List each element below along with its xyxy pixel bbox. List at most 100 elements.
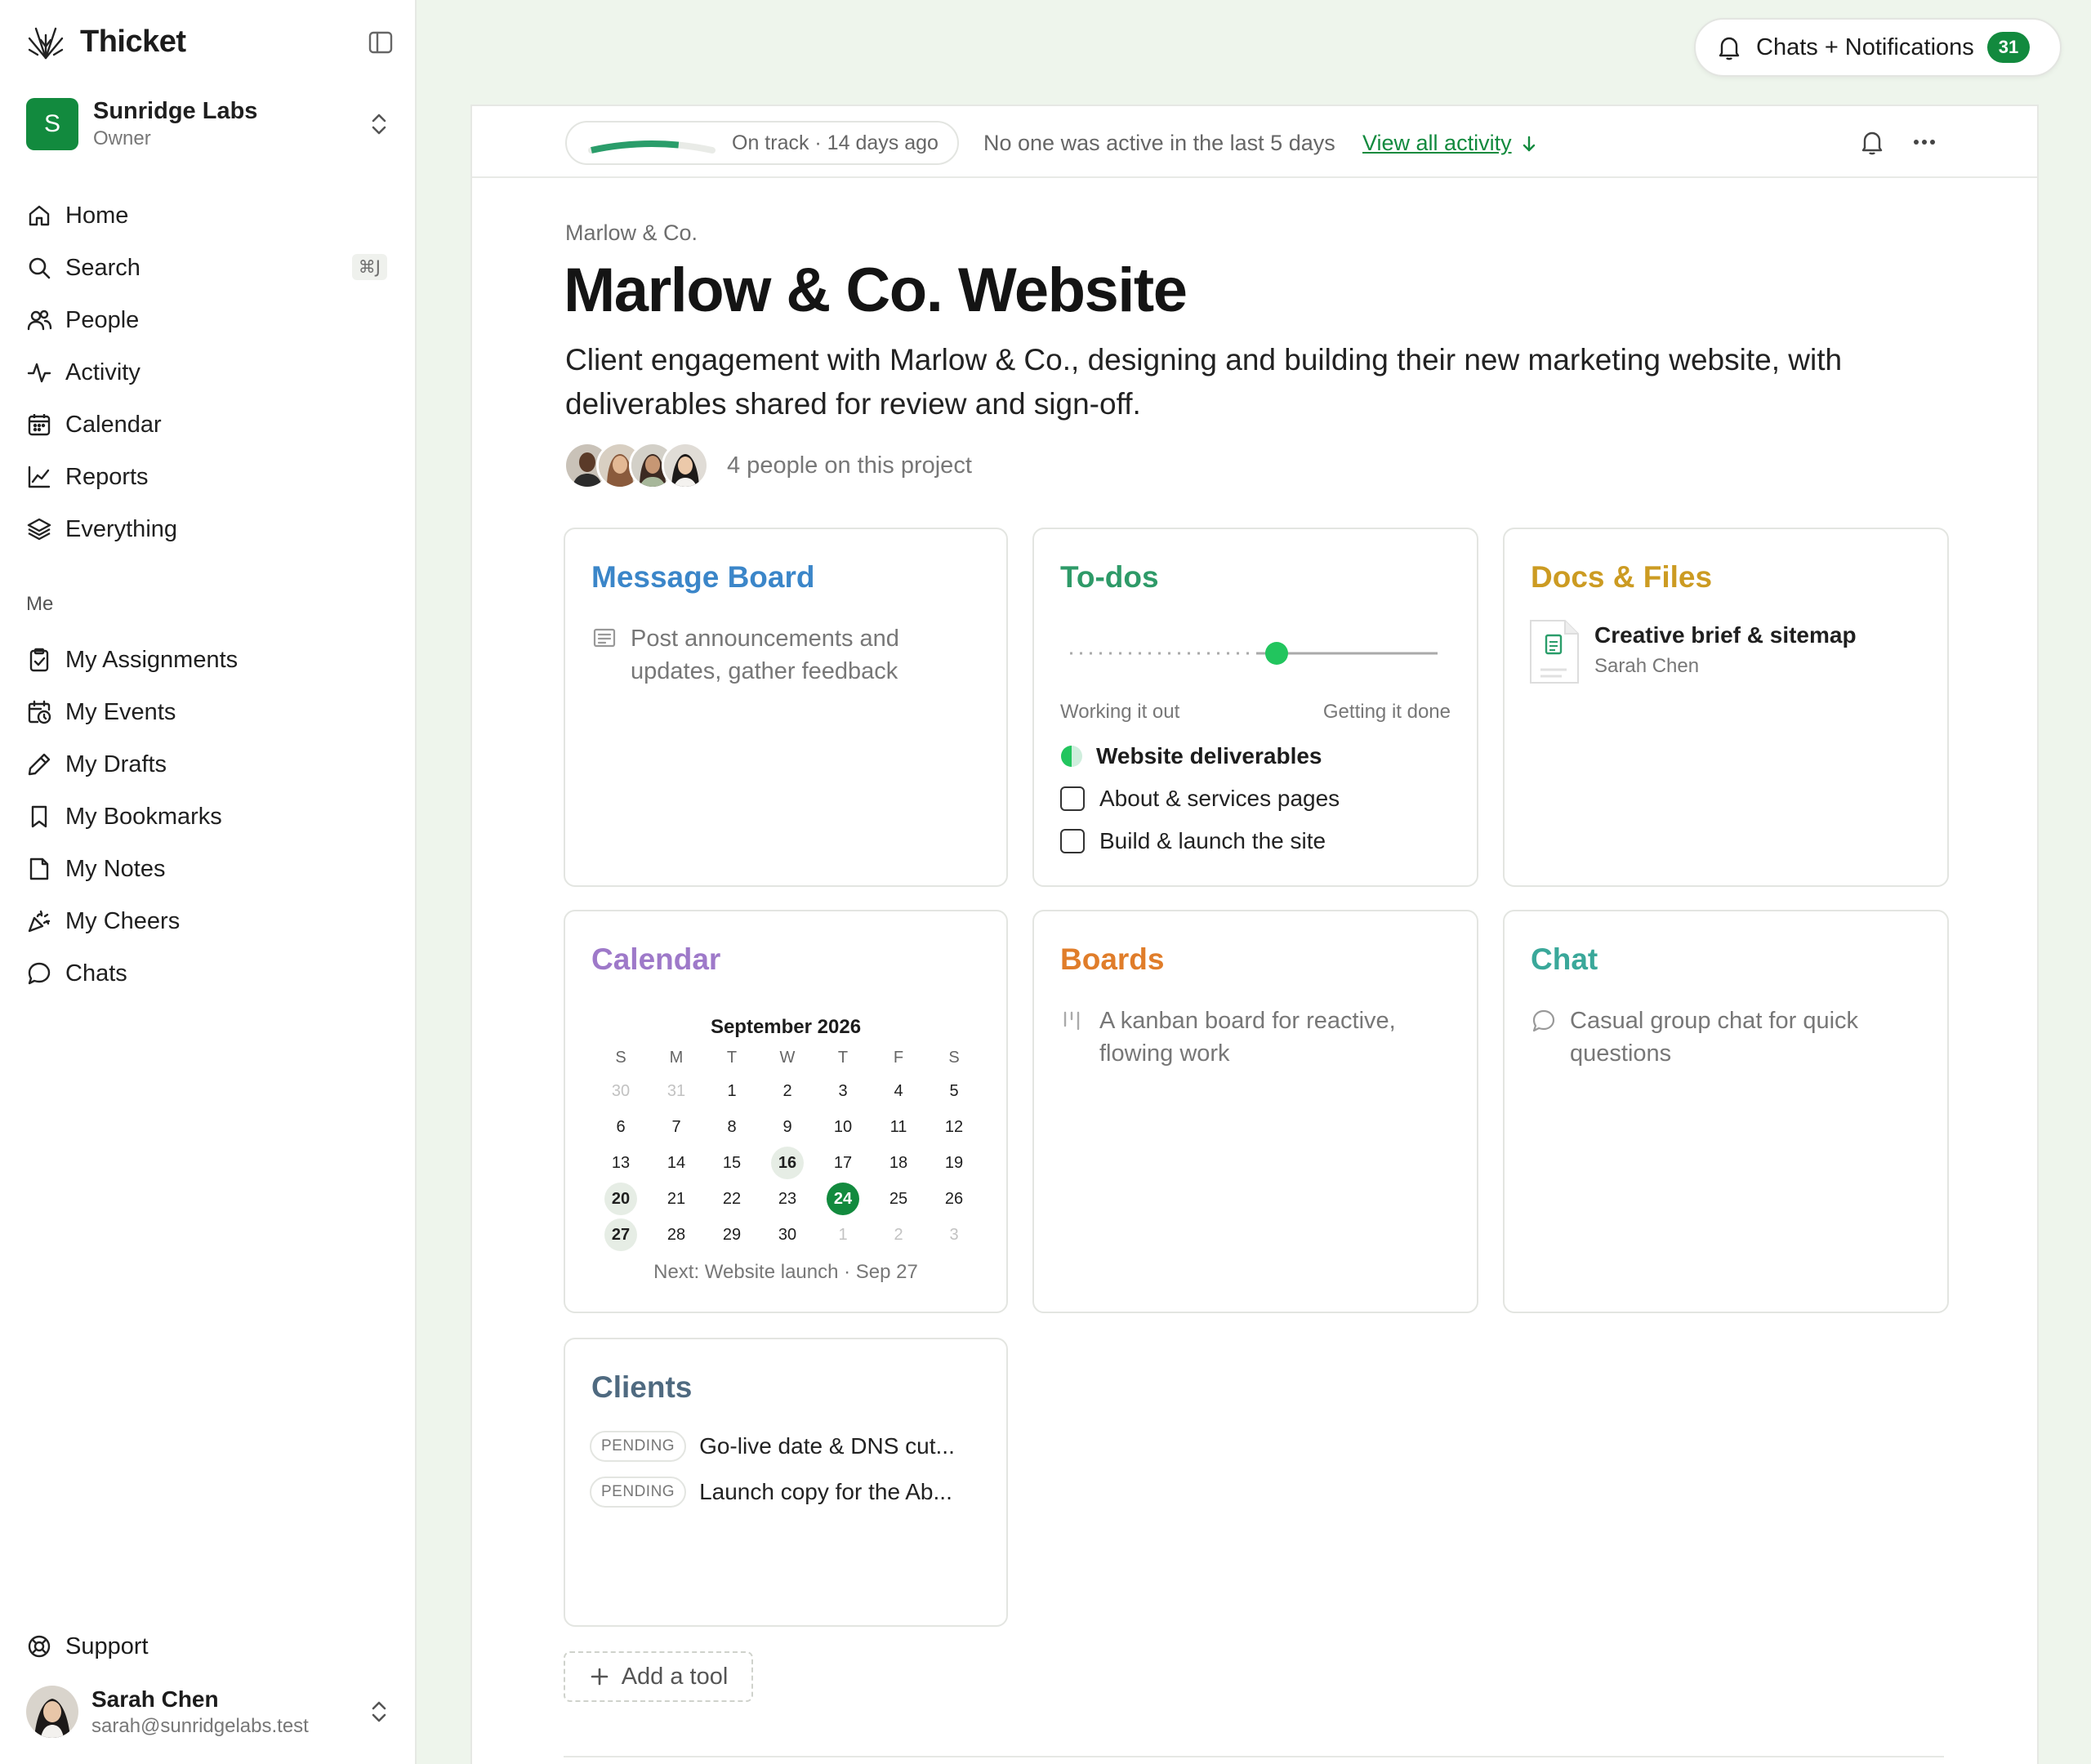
todo-checkbox[interactable] — [1060, 786, 1085, 811]
calendar-day[interactable]: 28 — [649, 1217, 704, 1253]
status-pill[interactable]: On track · 14 days ago — [565, 121, 959, 165]
sidebar: Thicket S Sunridge Labs Owner Home Searc… — [0, 0, 417, 1764]
view-all-activity-link[interactable]: View all activity — [1362, 131, 1538, 156]
nav-my-bookmarks-label: My Bookmarks — [65, 803, 222, 830]
calendar-day[interactable]: 21 — [649, 1181, 704, 1217]
user-menu[interactable]: Sarah Chen sarah@sunridgelabs.test — [26, 1682, 394, 1741]
status-text: On track · 14 days ago — [732, 131, 938, 154]
todo-list-title[interactable]: Website deliverables — [1060, 743, 1322, 769]
calendar-day[interactable]: 29 — [704, 1217, 760, 1253]
calendar-day[interactable]: 17 — [815, 1145, 871, 1181]
calendar-day[interactable]: 25 — [871, 1181, 926, 1217]
docs-files-card[interactable]: Docs & Files Creative brief & sitemap Sa… — [1503, 528, 1949, 887]
calendar-day[interactable]: 19 — [926, 1145, 982, 1181]
boards-card[interactable]: Boards A kanban board for reactive, flow… — [1032, 910, 1478, 1313]
nav-my-notes[interactable]: My Notes — [26, 843, 394, 895]
nav-my-drafts-label: My Drafts — [65, 751, 167, 777]
nav-my-events[interactable]: My Events — [26, 686, 394, 738]
nav-chats[interactable]: Chats — [26, 947, 394, 1000]
calendar-day[interactable]: 7 — [649, 1109, 704, 1145]
calendar-day[interactable]: 8 — [704, 1109, 760, 1145]
document-icon — [1529, 619, 1580, 684]
calendar-day[interactable]: 31 — [649, 1073, 704, 1109]
doc-item[interactable]: Creative brief & sitemap Sarah Chen — [1529, 619, 1857, 684]
calendar-card[interactable]: Calendar September 2026 S M T W T F S 30 31 1 2 3 4 5… — [564, 910, 1008, 1313]
calendar-day[interactable]: 2 — [871, 1217, 926, 1253]
calendar-day[interactable]: 1 — [815, 1217, 871, 1253]
chat-desc-text: Casual group chat for quick questions — [1570, 1008, 1859, 1067]
calendar-day[interactable]: 10 — [815, 1109, 871, 1145]
plus-icon — [589, 1666, 610, 1687]
notifications-label: Chats + Notifications — [1756, 33, 1974, 60]
chat-title: Chat — [1531, 942, 1598, 976]
calendar-day[interactable]: 5 — [926, 1073, 982, 1109]
client-breadcrumb[interactable]: Marlow & Co. — [565, 220, 698, 246]
kanban-icon — [1060, 1008, 1086, 1034]
calendar-day[interactable]: 16 — [760, 1145, 815, 1181]
calendar-day[interactable]: 15 — [704, 1145, 760, 1181]
nav-activity[interactable]: Activity — [26, 346, 394, 399]
calendar-next-event[interactable]: Next: Website launch · Sep 27 — [565, 1261, 1006, 1284]
calendar-day[interactable]: 27 — [593, 1217, 649, 1253]
nav-my-assignments[interactable]: My Assignments — [26, 634, 394, 686]
status-badge: PENDING — [590, 1431, 687, 1462]
nav-home[interactable]: Home — [26, 189, 394, 242]
calendar-day[interactable]: 6 — [593, 1109, 649, 1145]
chat-card[interactable]: Chat Casual group chat for quick questio… — [1503, 910, 1949, 1313]
clients-card[interactable]: Clients PENDING Go-live date & DNS cut..… — [564, 1338, 1008, 1627]
nav-support[interactable]: Support — [26, 1620, 149, 1673]
nav-search[interactable]: Search ⌘J — [26, 242, 394, 294]
calendar-day[interactable]: 18 — [871, 1145, 926, 1181]
message-board-card[interactable]: Message Board Post announcements and upd… — [564, 528, 1008, 887]
calendar-day[interactable]: 9 — [760, 1109, 815, 1145]
todo-item[interactable]: Build & launch the site — [1060, 828, 1326, 854]
hill-left-label: Working it out — [1060, 701, 1180, 723]
calendar-day[interactable]: 22 — [704, 1181, 760, 1217]
client-row[interactable]: PENDING Go-live date & DNS cut... — [590, 1431, 955, 1462]
nav-my-bookmarks[interactable]: My Bookmarks — [26, 791, 394, 843]
arrow-down-icon — [1520, 135, 1538, 153]
todo-item[interactable]: About & services pages — [1060, 786, 1340, 812]
hill-progress-dot[interactable] — [1265, 642, 1288, 665]
calendar-day[interactable]: 14 — [649, 1145, 704, 1181]
more-options-icon[interactable] — [1910, 127, 1939, 157]
todos-card[interactable]: To-dos Working it out Getting it done We… — [1032, 528, 1478, 887]
calendar-day[interactable]: 30 — [593, 1073, 649, 1109]
calendar-day[interactable]: 13 — [593, 1145, 649, 1181]
calendar-day[interactable]: 4 — [871, 1073, 926, 1109]
nav-everything[interactable]: Everything — [26, 503, 394, 555]
project-people[interactable]: 4 people on this project — [564, 441, 972, 490]
project-description: Client engagement with Marlow & Co., des… — [565, 343, 1843, 421]
calendar-day-number: 20 — [604, 1183, 637, 1215]
calendar-day[interactable]: 24 — [815, 1181, 871, 1217]
chats-notifications-button[interactable]: Chats + Notifications 31 — [1694, 18, 2062, 77]
todo-checkbox[interactable] — [1060, 829, 1085, 853]
nav-people[interactable]: People — [26, 294, 394, 346]
account-switcher[interactable]: S Sunridge Labs Owner — [26, 95, 394, 154]
calendar-day[interactable]: 11 — [871, 1109, 926, 1145]
divider — [564, 1756, 1944, 1757]
calendar-day[interactable]: 26 — [926, 1181, 982, 1217]
calendar-day[interactable]: 1 — [704, 1073, 760, 1109]
calendar-day[interactable]: 20 — [593, 1181, 649, 1217]
nav-calendar[interactable]: Calendar — [26, 399, 394, 451]
calendar-day[interactable]: 12 — [926, 1109, 982, 1145]
nav-reports[interactable]: Reports — [26, 451, 394, 503]
client-row[interactable]: PENDING Launch copy for the Ab... — [590, 1477, 952, 1508]
calendar-day[interactable]: 30 — [760, 1217, 815, 1253]
nav-my-drafts[interactable]: My Drafts — [26, 738, 394, 791]
progress-arc — [588, 140, 716, 154]
calendar-day[interactable]: 2 — [760, 1073, 815, 1109]
calendar-day[interactable]: 23 — [760, 1181, 815, 1217]
view-all-activity-label: View all activity — [1362, 131, 1512, 155]
calendar-day[interactable]: 3 — [815, 1073, 871, 1109]
brand[interactable]: Thicket — [26, 21, 186, 62]
calendar-day[interactable]: 3 — [926, 1217, 982, 1253]
calendar-day-number: 8 — [727, 1117, 737, 1136]
nav-my-cheers[interactable]: My Cheers — [26, 895, 394, 947]
half-pie-icon — [1060, 745, 1083, 768]
project-bell-icon[interactable] — [1857, 127, 1887, 157]
sidebar-toggle-icon[interactable] — [366, 28, 395, 57]
lifebuoy-icon — [26, 1633, 52, 1659]
add-tool-button[interactable]: Add a tool — [564, 1651, 753, 1702]
